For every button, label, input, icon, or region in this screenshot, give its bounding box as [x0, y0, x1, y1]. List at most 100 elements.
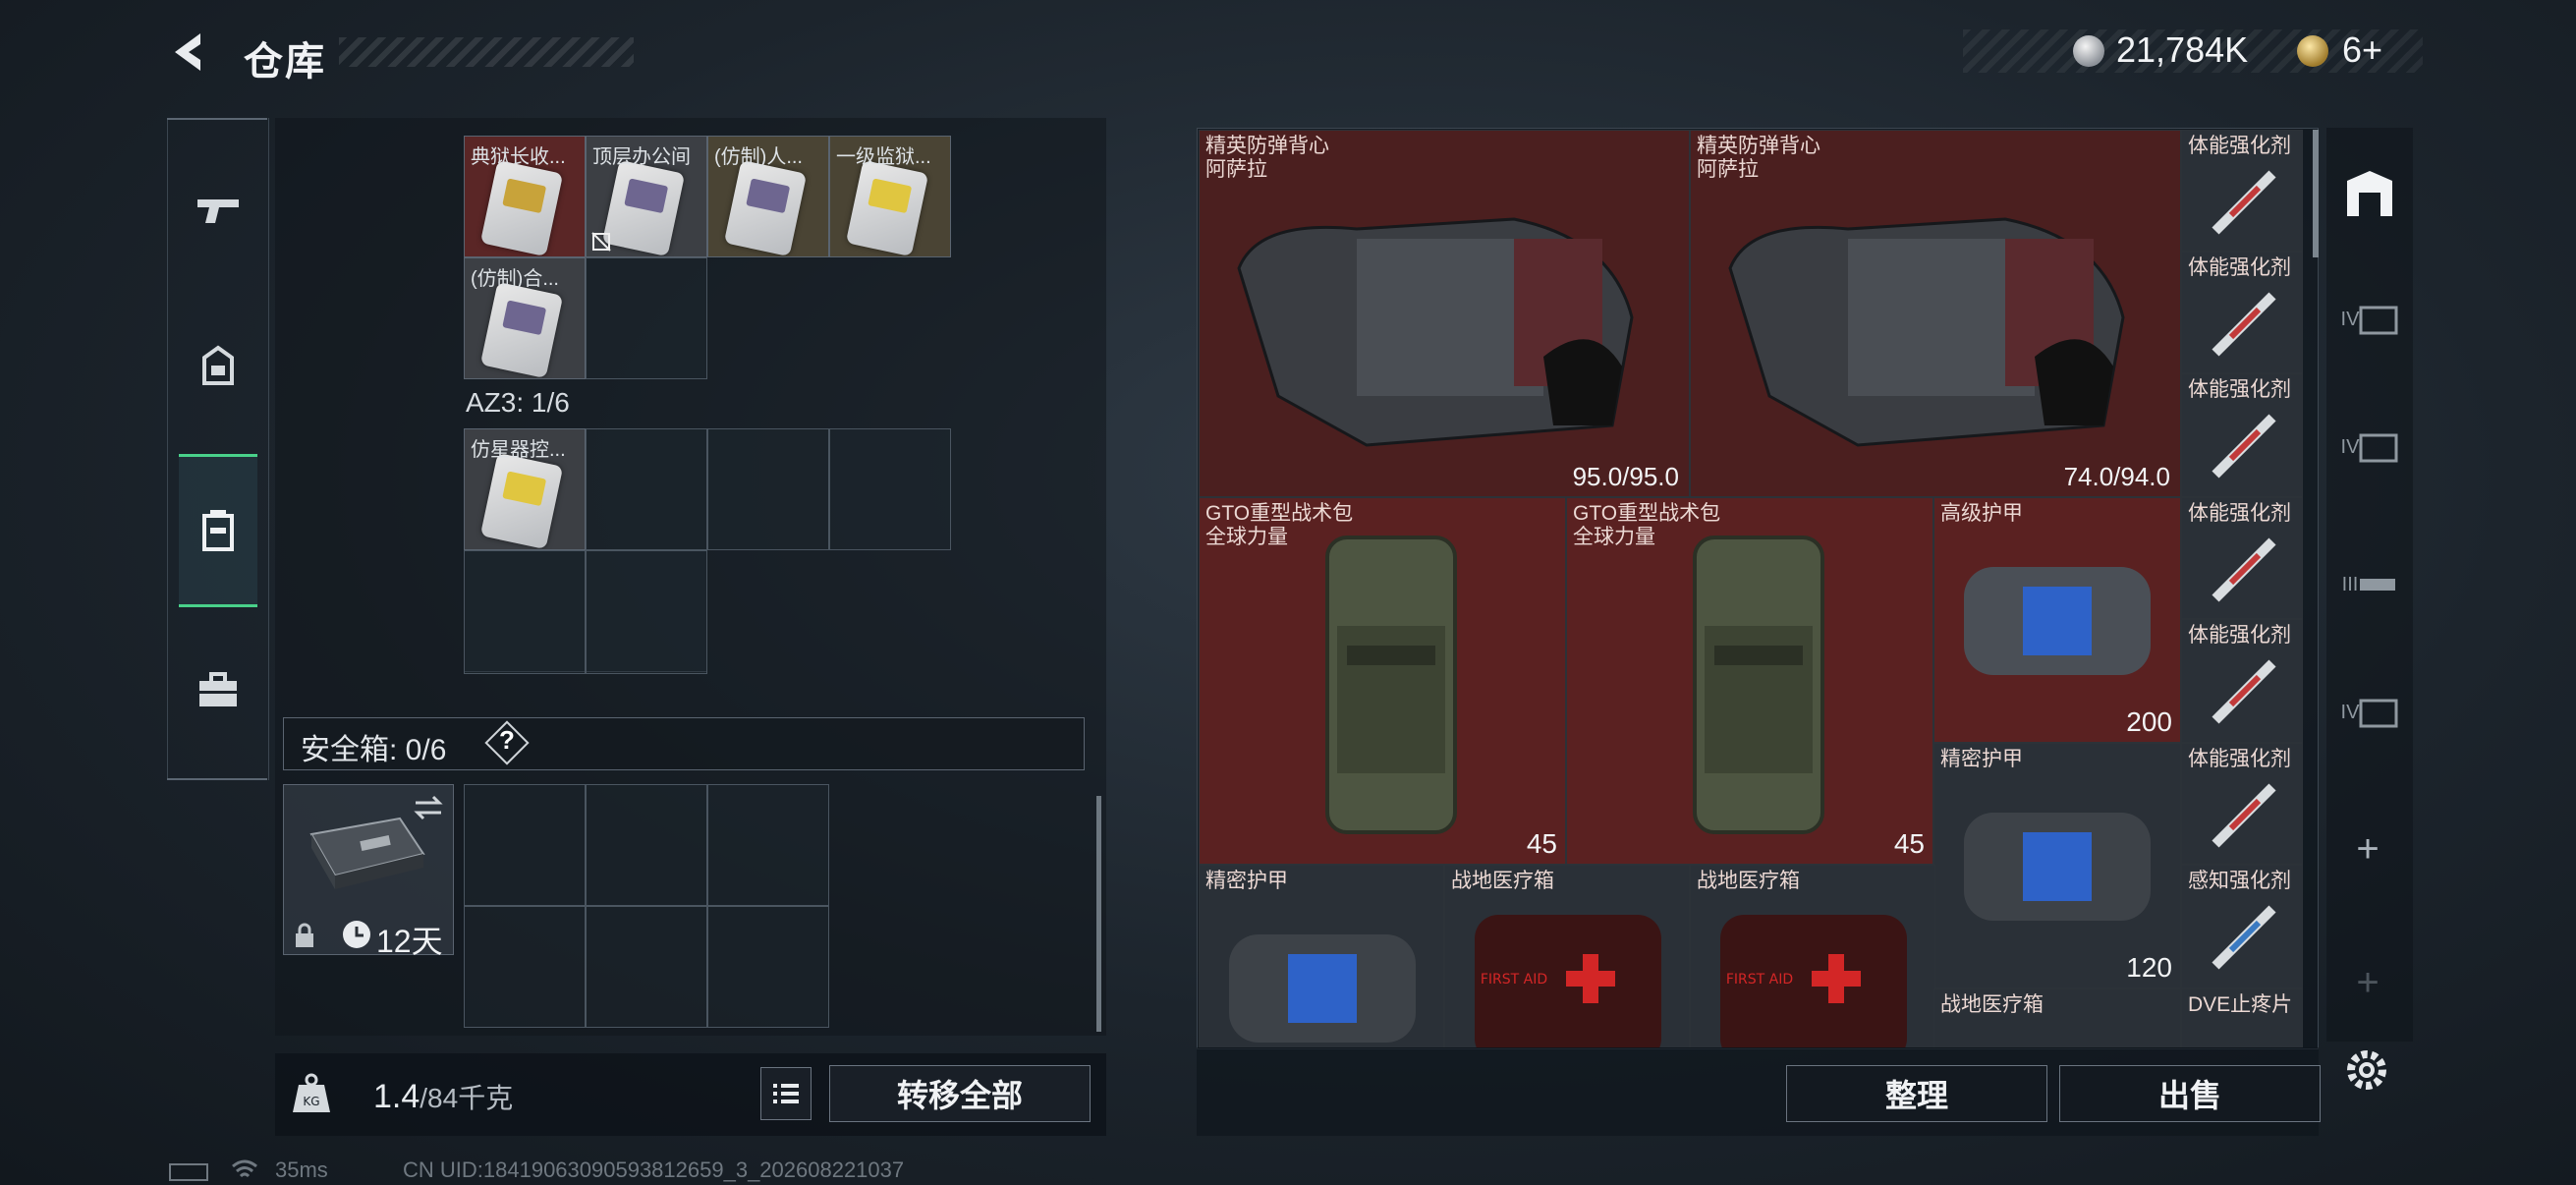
item-name: 一级监狱...: [836, 146, 931, 168]
item-name: (仿制)合...: [471, 268, 559, 290]
stash-item-armor[interactable]: 精密护甲: [1199, 865, 1444, 1047]
armor-icon: [1229, 934, 1416, 1043]
empty-slot[interactable]: [707, 906, 829, 1028]
nav-item-briefcase[interactable]: [179, 617, 257, 764]
nav-item-weapon[interactable]: [179, 136, 257, 283]
item-name: (仿制)人...: [714, 146, 803, 168]
syringe-icon: [2212, 414, 2276, 479]
silver-coin-icon: [2073, 35, 2104, 67]
stash-item-armor[interactable]: 高级护甲 200: [1933, 497, 2181, 743]
transfer-all-button[interactable]: 转移全部: [829, 1065, 1091, 1122]
item-slot[interactable]: 仿星器控...: [464, 428, 586, 550]
stash-item-stim[interactable]: 体能强化剂: [2181, 619, 2303, 743]
keycard-icon: [479, 281, 564, 378]
back-icon[interactable]: [167, 28, 216, 77]
sell-button[interactable]: 出售: [2059, 1065, 2321, 1122]
svg-text:KG: KG: [303, 1095, 319, 1108]
empty-slot[interactable]: [707, 784, 829, 906]
keycard-icon: [479, 452, 564, 549]
stash-item-stim[interactable]: 体能强化剂: [2181, 252, 2303, 373]
item-slot[interactable]: (仿制)合...: [464, 257, 586, 379]
container-scrollbar[interactable]: [1096, 796, 1101, 1032]
item-name: 感知强化剂: [2188, 870, 2291, 892]
item-name: 体能强化剂: [2188, 256, 2291, 279]
stash-item-stim[interactable]: 体能强化剂: [2181, 373, 2303, 497]
empty-slot[interactable]: [586, 784, 707, 906]
help-text: ?: [499, 725, 515, 755]
item-slot[interactable]: 一级监狱...: [829, 136, 951, 257]
item-name: DVE止疼片: [2188, 993, 2293, 1016]
item-slot[interactable]: 顶层办公间: [586, 136, 707, 257]
folder-icon: [2359, 699, 2398, 728]
stash-item-stim[interactable]: 感知强化剂: [2181, 865, 2303, 988]
tab-stash-iv-1[interactable]: IV: [2334, 265, 2405, 373]
add-tab-button[interactable]: +: [2348, 827, 2387, 872]
syringe-icon: [2212, 659, 2276, 724]
nav-item-gear[interactable]: [179, 295, 257, 442]
stash-item-stim[interactable]: 体能强化剂: [2181, 743, 2303, 865]
stash-item-stim[interactable]: 体能强化剂: [2181, 497, 2303, 619]
briefcase-icon: [199, 672, 237, 706]
warehouse-icon: [2347, 171, 2392, 216]
medkit-icon: FIRST AID: [1720, 915, 1907, 1047]
item-name: 战地医疗箱: [1697, 870, 1800, 892]
empty-slot[interactable]: [586, 550, 707, 674]
keycard-icon: [479, 159, 564, 256]
empty-slot[interactable]: [586, 906, 707, 1028]
tab-stash-iii[interactable]: III: [2334, 531, 2405, 639]
stash-item-vest[interactable]: 精英防弹背心 阿萨拉 74.0/94.0: [1690, 130, 2181, 497]
nav-divider: [167, 778, 267, 780]
item-name: 战地医疗箱: [1451, 870, 1554, 892]
stash-scrollbar[interactable]: [2313, 130, 2319, 257]
stash-item-medkit[interactable]: 战地医疗箱: [1933, 988, 2181, 1047]
empty-slot[interactable]: [464, 784, 586, 906]
item-slot[interactable]: (仿制)人...: [707, 136, 829, 257]
empty-slot[interactable]: [464, 906, 586, 1028]
item-name: 战地医疗箱: [1940, 993, 2044, 1016]
item-slot[interactable]: 典狱长收...: [464, 136, 586, 257]
keycard-icon: [723, 159, 808, 256]
title-decoration: [339, 37, 634, 67]
durability: 74.0/94.0: [2063, 462, 2170, 491]
keycard-icon: [601, 159, 686, 256]
tab-stash-iv-2[interactable]: IV: [2334, 393, 2405, 501]
empty-slot[interactable]: [707, 428, 829, 550]
stash-item-armor[interactable]: 精密护甲 120: [1933, 743, 2181, 988]
tab-level: III: [2341, 573, 2359, 595]
item-name: 体能强化剂: [2188, 378, 2291, 401]
ping-readout: 35ms: [275, 1157, 328, 1182]
armor-icon: [1964, 813, 2151, 921]
safe-box-timer: 12天: [376, 924, 443, 959]
wifi-icon: [232, 1159, 257, 1178]
syringe-icon: [2212, 170, 2276, 235]
list-view-button[interactable]: [760, 1067, 812, 1120]
add-tab-button-disabled[interactable]: +: [2348, 961, 2387, 1005]
safe-box-item[interactable]: 12天: [283, 784, 454, 959]
lock-icon: [296, 923, 313, 947]
nav-item-backpack[interactable]: [179, 454, 257, 607]
stash-item-medkit[interactable]: 战地医疗箱 FIRST AID: [1444, 865, 1690, 1047]
empty-slot[interactable]: [464, 550, 586, 674]
item-name: 体能强化剂: [2188, 748, 2291, 770]
stash-item-painkiller[interactable]: DVE止疼片: [2181, 988, 2303, 1047]
stash-item-stim[interactable]: 体能强化剂: [2181, 130, 2303, 252]
tab-level: IV: [2340, 435, 2360, 458]
empty-slot[interactable]: [829, 428, 951, 550]
syringe-icon: [2212, 905, 2276, 970]
tab-stash-iv-3[interactable]: IV: [2334, 658, 2405, 766]
stash-item-backpack[interactable]: GTO重型战术包 全球力量 45: [1566, 497, 1933, 865]
empty-slot[interactable]: [586, 428, 707, 550]
item-weight: 45: [1893, 828, 1925, 859]
tab-stash-main[interactable]: [2334, 141, 2405, 250]
user-uid: CN UID:18419063090593812659_3_2026082210…: [403, 1157, 905, 1182]
list-icon: [773, 1084, 799, 1103]
stash-item-vest[interactable]: 精英防弹背心 阿萨拉 95.0/95.0: [1199, 130, 1690, 497]
sort-button[interactable]: 整理: [1786, 1065, 2047, 1122]
item-name: 精英防弹背心 阿萨拉: [1697, 135, 1820, 181]
gold-currency-value[interactable]: 6+: [2342, 29, 2382, 71]
gear-icon[interactable]: [2340, 1044, 2393, 1097]
tab-level: IV: [2340, 701, 2360, 723]
stash-item-backpack[interactable]: GTO重型战术包 全球力量 45: [1199, 497, 1566, 865]
stash-item-medkit[interactable]: 战地医疗箱 FIRST AID: [1690, 865, 1935, 1047]
empty-slot[interactable]: [586, 257, 707, 379]
